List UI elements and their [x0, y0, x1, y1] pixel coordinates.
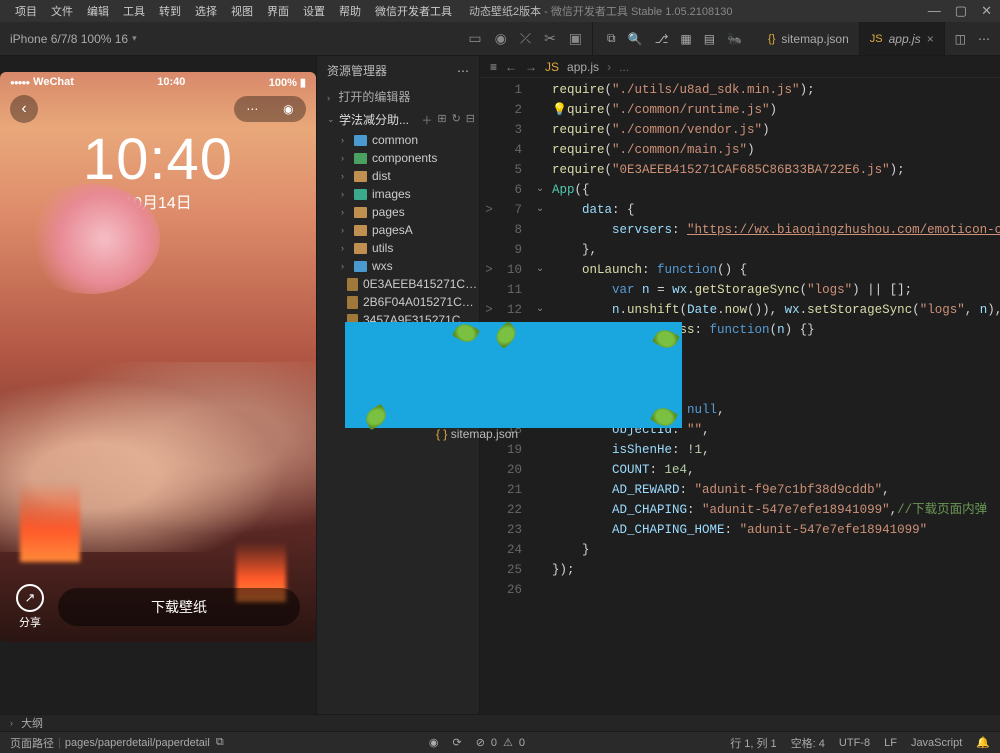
- menu-bar: 项目文件编辑工具转到选择视图界面设置帮助微信开发者工具: [8, 1, 459, 21]
- collapse-icon[interactable]: ⊟: [466, 112, 475, 128]
- layout-icon[interactable]: ▣: [569, 30, 582, 47]
- route-path[interactable]: pages/paperdetail/paperdetail: [65, 737, 210, 749]
- share-icon: ↗: [16, 584, 44, 612]
- record-icon[interactable]: ◉: [495, 30, 507, 47]
- branch-icon[interactable]: ⎇: [655, 32, 669, 46]
- file-item[interactable]: 0E3AEEB415271CAF68...: [317, 275, 479, 293]
- menu-视图[interactable]: 视图: [224, 1, 260, 21]
- phone-status-bar: WeChat 10:40 100% ▮: [0, 72, 316, 92]
- capsule-button[interactable]: ⋯◉: [234, 96, 306, 122]
- blocks-icon[interactable]: ▦: [680, 32, 691, 46]
- nav-fwd-icon[interactable]: →: [525, 60, 537, 74]
- menu-编辑[interactable]: 编辑: [80, 1, 116, 21]
- split-editor-icon[interactable]: ◫: [955, 32, 966, 46]
- close-icon[interactable]: ×: [927, 32, 934, 46]
- explorer-title: 资源管理器: [327, 62, 387, 79]
- warning-icon: ⚠: [503, 736, 513, 749]
- indent[interactable]: 空格: 4: [791, 735, 825, 751]
- close-button[interactable]: ✕: [981, 3, 992, 19]
- encoding[interactable]: UTF-8: [839, 737, 870, 749]
- notifications-icon[interactable]: 🔔: [976, 736, 990, 749]
- status-time: 10:40: [157, 76, 185, 88]
- download-button[interactable]: 下载壁纸: [58, 588, 300, 626]
- menu-项目[interactable]: 项目: [8, 1, 44, 21]
- new-folder-icon[interactable]: ⊞: [437, 112, 446, 128]
- route-label[interactable]: 页面路径: [10, 735, 54, 751]
- menu-选择[interactable]: 选择: [188, 1, 224, 21]
- menu-文件[interactable]: 文件: [44, 1, 80, 21]
- route-copy-icon[interactable]: ⧉: [216, 736, 224, 749]
- folder-components[interactable]: ›components: [317, 149, 479, 167]
- simulator-device-icon[interactable]: ▭: [468, 30, 481, 47]
- folder-pagesA[interactable]: ›pagesA: [317, 221, 479, 239]
- folder-dist[interactable]: ›dist: [317, 167, 479, 185]
- search-icon[interactable]: 🔍: [628, 32, 643, 46]
- preview-icon[interactable]: ◉: [429, 736, 439, 749]
- menu-界面[interactable]: 界面: [260, 1, 296, 21]
- maximize-button[interactable]: ▢: [955, 3, 967, 19]
- device-selector[interactable]: iPhone 6/7/8 100% 16▾: [10, 32, 140, 46]
- share-button[interactable]: ↗ 分享: [16, 584, 44, 630]
- toolbar: iPhone 6/7/8 100% 16▾ ▭ ◉ ⤫ ✂ ▣ ⧉ 🔍 ⎇ ▦ …: [0, 22, 1000, 56]
- language[interactable]: JavaScript: [911, 737, 962, 749]
- cursor-pos[interactable]: 行 1, 列 1: [730, 735, 776, 751]
- menu-微信开发者工具[interactable]: 微信开发者工具: [368, 1, 459, 21]
- signal-icon: [10, 76, 33, 88]
- nav-back-icon[interactable]: ←: [505, 60, 517, 74]
- titlebar-title: 动态壁纸2版本 - 微信开发者工具 Stable 1.05.2108130: [459, 3, 928, 19]
- project-root[interactable]: ⌄学法减分助... ＋ ⊞ ↻ ⊟: [317, 108, 479, 131]
- editor-tabs: {}sitemap.jsonJSapp.js×: [758, 22, 945, 55]
- mute-icon[interactable]: ⤫: [520, 30, 531, 47]
- problems[interactable]: ⊘0 ⚠0: [476, 736, 525, 749]
- folder-common[interactable]: ›common: [317, 131, 479, 149]
- folder-wxs[interactable]: ›wxs: [317, 257, 479, 275]
- titlebar: 项目文件编辑工具转到选择视图界面设置帮助微信开发者工具 动态壁纸2版本 - 微信…: [0, 0, 1000, 22]
- overlay-banner: [345, 322, 682, 428]
- gutter-menu-icon[interactable]: ≡: [490, 60, 497, 74]
- phone-preview[interactable]: WeChat 10:40 100% ▮ ‹ ⋯◉ 10:40 10月14日 ↗ …: [0, 72, 316, 642]
- window-controls: — ▢ ✕: [928, 3, 992, 19]
- eol[interactable]: LF: [884, 737, 897, 749]
- tab-sitemap.json[interactable]: {}sitemap.json: [758, 22, 860, 55]
- new-file-icon[interactable]: ＋: [421, 112, 432, 128]
- minimize-button[interactable]: —: [928, 3, 941, 19]
- files-icon[interactable]: ⧉: [607, 31, 616, 46]
- folder-images[interactable]: ›images: [317, 185, 479, 203]
- menu-转到[interactable]: 转到: [152, 1, 188, 21]
- status-bar: 页面路径 | pages/paperdetail/paperdetail ⧉ ◉…: [0, 731, 1000, 753]
- sync-icon[interactable]: ⟳: [452, 736, 461, 749]
- outline-bar[interactable]: › 大纲: [0, 714, 1000, 731]
- folder-pages[interactable]: ›pages: [317, 203, 479, 221]
- file-item[interactable]: 2B6F04A015271CAF4D...: [317, 293, 479, 311]
- error-icon: ⊘: [476, 736, 485, 749]
- cut-icon[interactable]: ✂: [544, 30, 556, 47]
- refresh-icon[interactable]: ↻: [452, 112, 461, 128]
- battery-icon: ▮: [300, 77, 306, 89]
- explorer-more-icon[interactable]: ⋯: [457, 64, 469, 78]
- breadcrumb: ≡ ←→ JS app.js › ...: [480, 56, 1000, 78]
- simulator-pane: WeChat 10:40 100% ▮ ‹ ⋯◉ 10:40 10月14日 ↗ …: [0, 56, 316, 714]
- ant-icon[interactable]: 🐜: [727, 32, 742, 46]
- open-editors-section[interactable]: › 打开的编辑器: [317, 85, 479, 108]
- folder-utils[interactable]: ›utils: [317, 239, 479, 257]
- tab-app.js[interactable]: JSapp.js×: [860, 22, 945, 55]
- menu-设置[interactable]: 设置: [296, 1, 332, 21]
- more-icon[interactable]: ⋯: [978, 32, 990, 46]
- ext-icon[interactable]: ▤: [704, 32, 715, 46]
- menu-帮助[interactable]: 帮助: [332, 1, 368, 21]
- overlay-file-label: { } sitemap.json: [436, 427, 518, 441]
- menu-工具[interactable]: 工具: [116, 1, 152, 21]
- back-button[interactable]: ‹: [10, 95, 38, 123]
